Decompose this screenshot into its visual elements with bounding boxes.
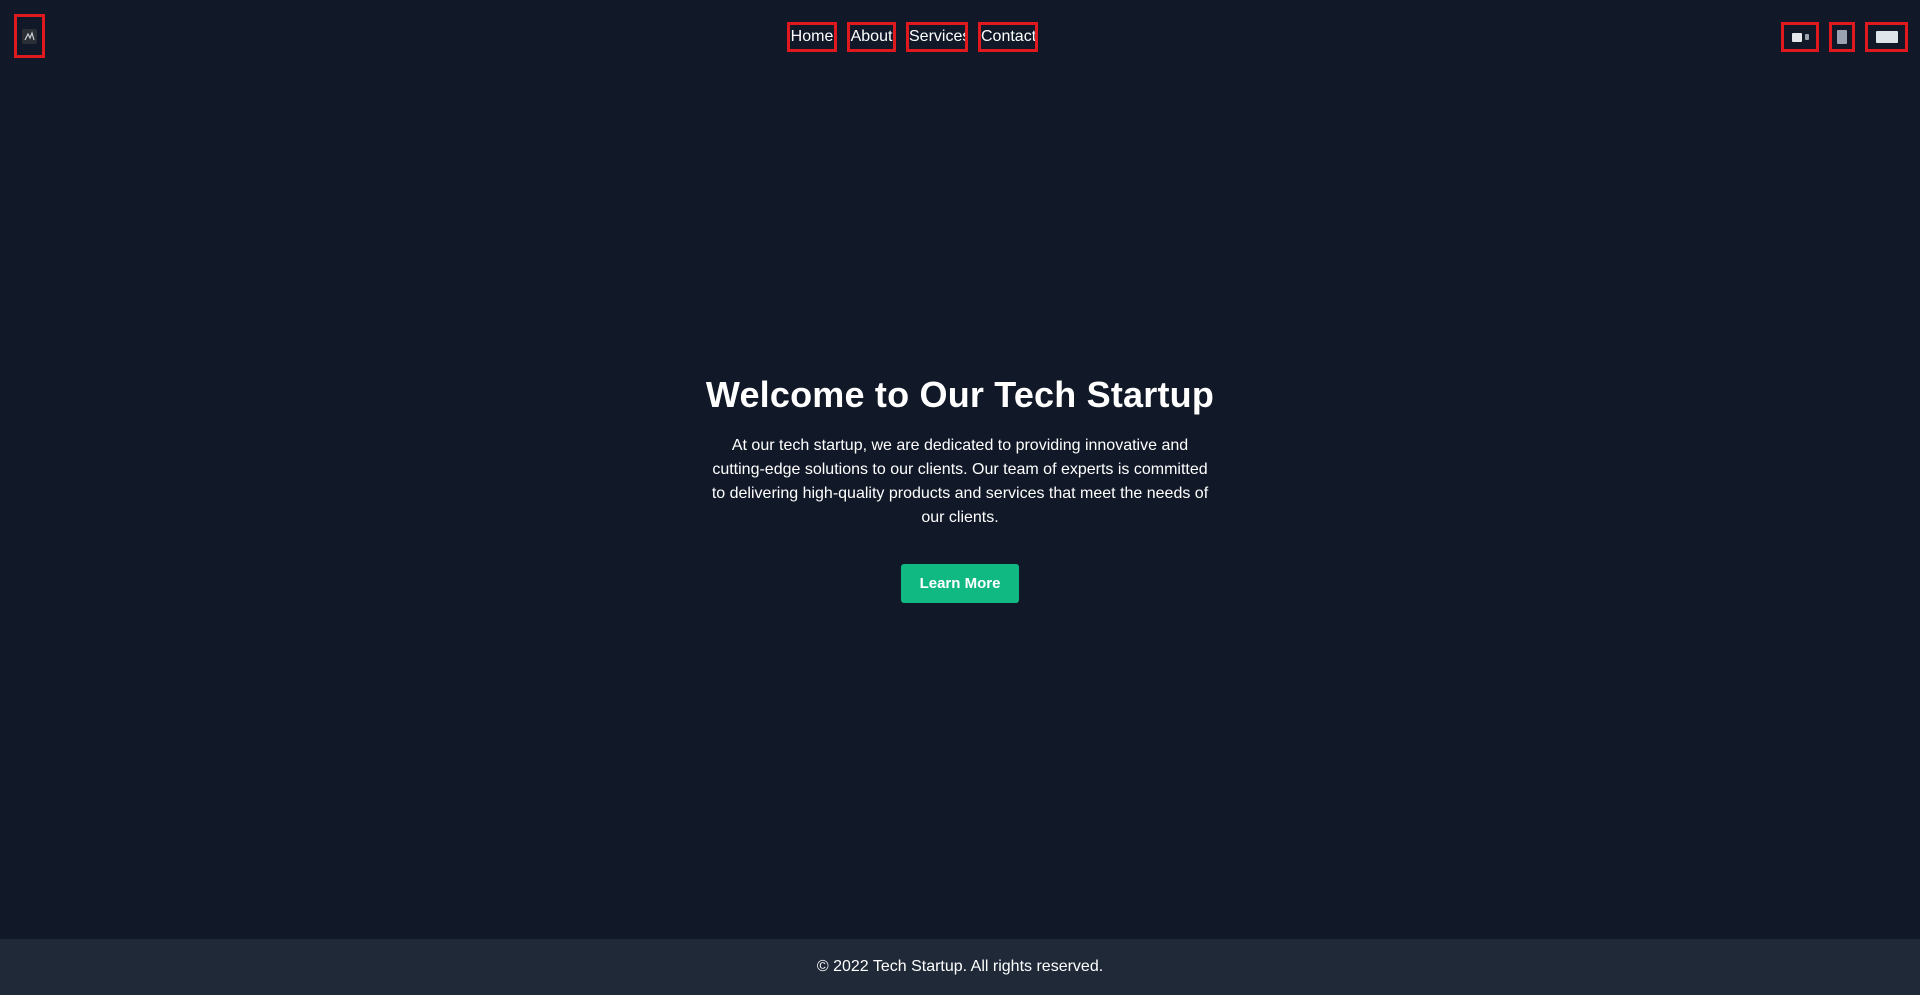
page: Home About Services Contact Welcome to O… — [0, 0, 1920, 995]
nav-home-link[interactable]: Home — [787, 22, 837, 52]
header-utilities — [1781, 22, 1908, 52]
logo-link[interactable] — [14, 14, 45, 58]
site-footer: © 2022 Tech Startup. All rights reserved… — [0, 939, 1920, 995]
site-header: Home About Services Contact — [0, 0, 1920, 74]
main-nav: Home About Services Contact — [787, 22, 1038, 52]
flag-image-icon — [1791, 32, 1802, 42]
hero-title: Welcome to Our Tech Startup — [705, 374, 1215, 415]
avatar-image-icon — [1875, 31, 1898, 43]
copyright-text: © 2022 Tech Startup. All rights reserved… — [816, 958, 1104, 975]
nav-services-link[interactable]: Services — [906, 22, 968, 52]
nav-contact-link[interactable]: Contact — [978, 22, 1038, 52]
language-flag-icon[interactable] — [1781, 22, 1819, 52]
hero-description: At our tech startup, we are dedicated to… — [711, 437, 1209, 526]
learn-more-button[interactable]: Learn More — [901, 564, 1019, 603]
flag-detail-icon — [1804, 34, 1809, 40]
user-avatar-icon[interactable] — [1865, 22, 1908, 52]
document-image-icon — [1837, 30, 1847, 44]
hero-section: Welcome to Our Tech Startup At our tech … — [0, 74, 1920, 939]
nav-about-link[interactable]: About — [847, 22, 896, 52]
logo-icon — [22, 28, 37, 44]
document-icon[interactable] — [1829, 22, 1855, 52]
